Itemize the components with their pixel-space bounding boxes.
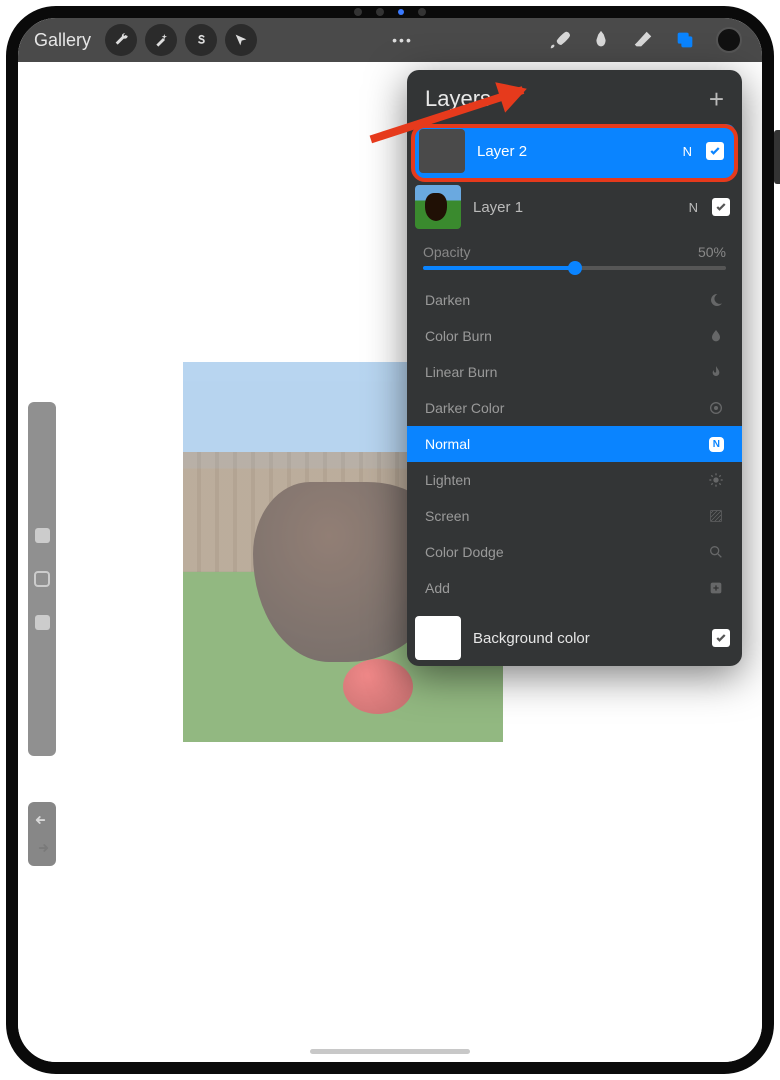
blend-screen[interactable]: Screen	[407, 498, 742, 534]
transform-button[interactable]	[225, 24, 257, 56]
undo-redo-group	[28, 802, 56, 866]
undo-icon[interactable]	[33, 812, 51, 828]
background-label: Background color	[473, 630, 700, 647]
magnifier-icon	[708, 544, 724, 560]
blend-label: Darker Color	[425, 400, 504, 416]
blend-label: Screen	[425, 508, 469, 524]
blend-color-burn[interactable]: Color Burn	[407, 318, 742, 354]
layer-name: Layer 1	[473, 199, 677, 216]
background-layer-row[interactable]: Background color	[407, 610, 742, 666]
sun-icon	[708, 472, 724, 488]
wand-icon	[153, 32, 169, 48]
blend-label: Color Dodge	[425, 544, 504, 560]
flame-icon	[708, 364, 724, 380]
adjustments-button[interactable]	[145, 24, 177, 56]
cursor-icon	[233, 32, 249, 48]
layer-name: Layer 2	[477, 143, 671, 160]
blend-label: Add	[425, 580, 450, 596]
blend-mode-letter: N	[683, 144, 692, 159]
slider-knob[interactable]	[568, 261, 582, 275]
device-frame: Gallery •••	[6, 6, 774, 1074]
layers-icon[interactable]	[674, 29, 696, 51]
opacity-label: Opacity	[423, 244, 470, 260]
blend-linear-burn[interactable]: Linear Burn	[407, 354, 742, 390]
layer-thumbnail	[415, 185, 461, 229]
layer-visibility-checkbox[interactable]	[706, 142, 724, 160]
layer-visibility-checkbox[interactable]	[712, 629, 730, 647]
more-button[interactable]: •••	[392, 32, 413, 48]
gallery-button[interactable]: Gallery	[28, 26, 97, 55]
right-tools	[548, 27, 752, 53]
layer-row-selected[interactable]: Layer 2 N	[413, 124, 736, 178]
moon-icon	[708, 292, 724, 308]
normal-badge: N	[709, 437, 724, 452]
layer-visibility-checkbox[interactable]	[712, 198, 730, 216]
slider-thumb[interactable]	[35, 528, 50, 543]
background-thumbnail	[415, 616, 461, 660]
brush-size-slider[interactable]	[28, 402, 56, 756]
selection-button[interactable]	[185, 24, 217, 56]
blend-darker-color[interactable]: Darker Color	[407, 390, 742, 426]
blend-normal[interactable]: Normal N	[407, 426, 742, 462]
blend-label: Color Burn	[425, 328, 492, 344]
add-layer-button[interactable]: +	[709, 90, 724, 108]
slider-thumb[interactable]	[35, 615, 50, 630]
opacity-slider[interactable]	[423, 266, 726, 270]
redo-icon[interactable]	[33, 840, 51, 856]
blend-label: Lighten	[425, 472, 471, 488]
layer-thumbnail	[419, 129, 465, 173]
smudge-icon[interactable]	[590, 29, 612, 51]
topbar: Gallery •••	[18, 18, 762, 62]
drop-icon	[708, 328, 724, 344]
blend-lighten[interactable]: Lighten	[407, 462, 742, 498]
layers-panel: Layers + Layer 2 N Layer 1 N Opacity 50%…	[407, 70, 742, 666]
home-indicator	[310, 1049, 470, 1054]
actions-button[interactable]	[105, 24, 137, 56]
circle-dot-icon	[708, 400, 724, 416]
s-icon	[193, 32, 209, 48]
blend-label: Darken	[425, 292, 470, 308]
blend-add[interactable]: Add	[407, 570, 742, 606]
blend-label: Linear Burn	[425, 364, 497, 380]
device-notch	[354, 8, 426, 16]
modify-button[interactable]	[34, 571, 50, 587]
color-picker-swatch[interactable]	[716, 27, 742, 53]
plus-square-icon	[708, 580, 724, 596]
blend-darken[interactable]: Darken	[407, 282, 742, 318]
layer-row[interactable]: Layer 1 N	[407, 180, 742, 234]
blend-label: Normal	[425, 436, 470, 452]
opacity-value: 50%	[698, 244, 726, 260]
hatch-icon	[708, 508, 724, 524]
blend-mode-letter: N	[689, 200, 698, 215]
blend-mode-list: Darken Color Burn Linear Burn Darker Col…	[407, 282, 742, 606]
brush-icon[interactable]	[548, 29, 570, 51]
eraser-icon[interactable]	[632, 29, 654, 51]
opacity-row: Opacity 50%	[407, 234, 742, 262]
blend-color-dodge[interactable]: Color Dodge	[407, 534, 742, 570]
wrench-icon	[113, 32, 129, 48]
device-side-button	[774, 130, 780, 184]
